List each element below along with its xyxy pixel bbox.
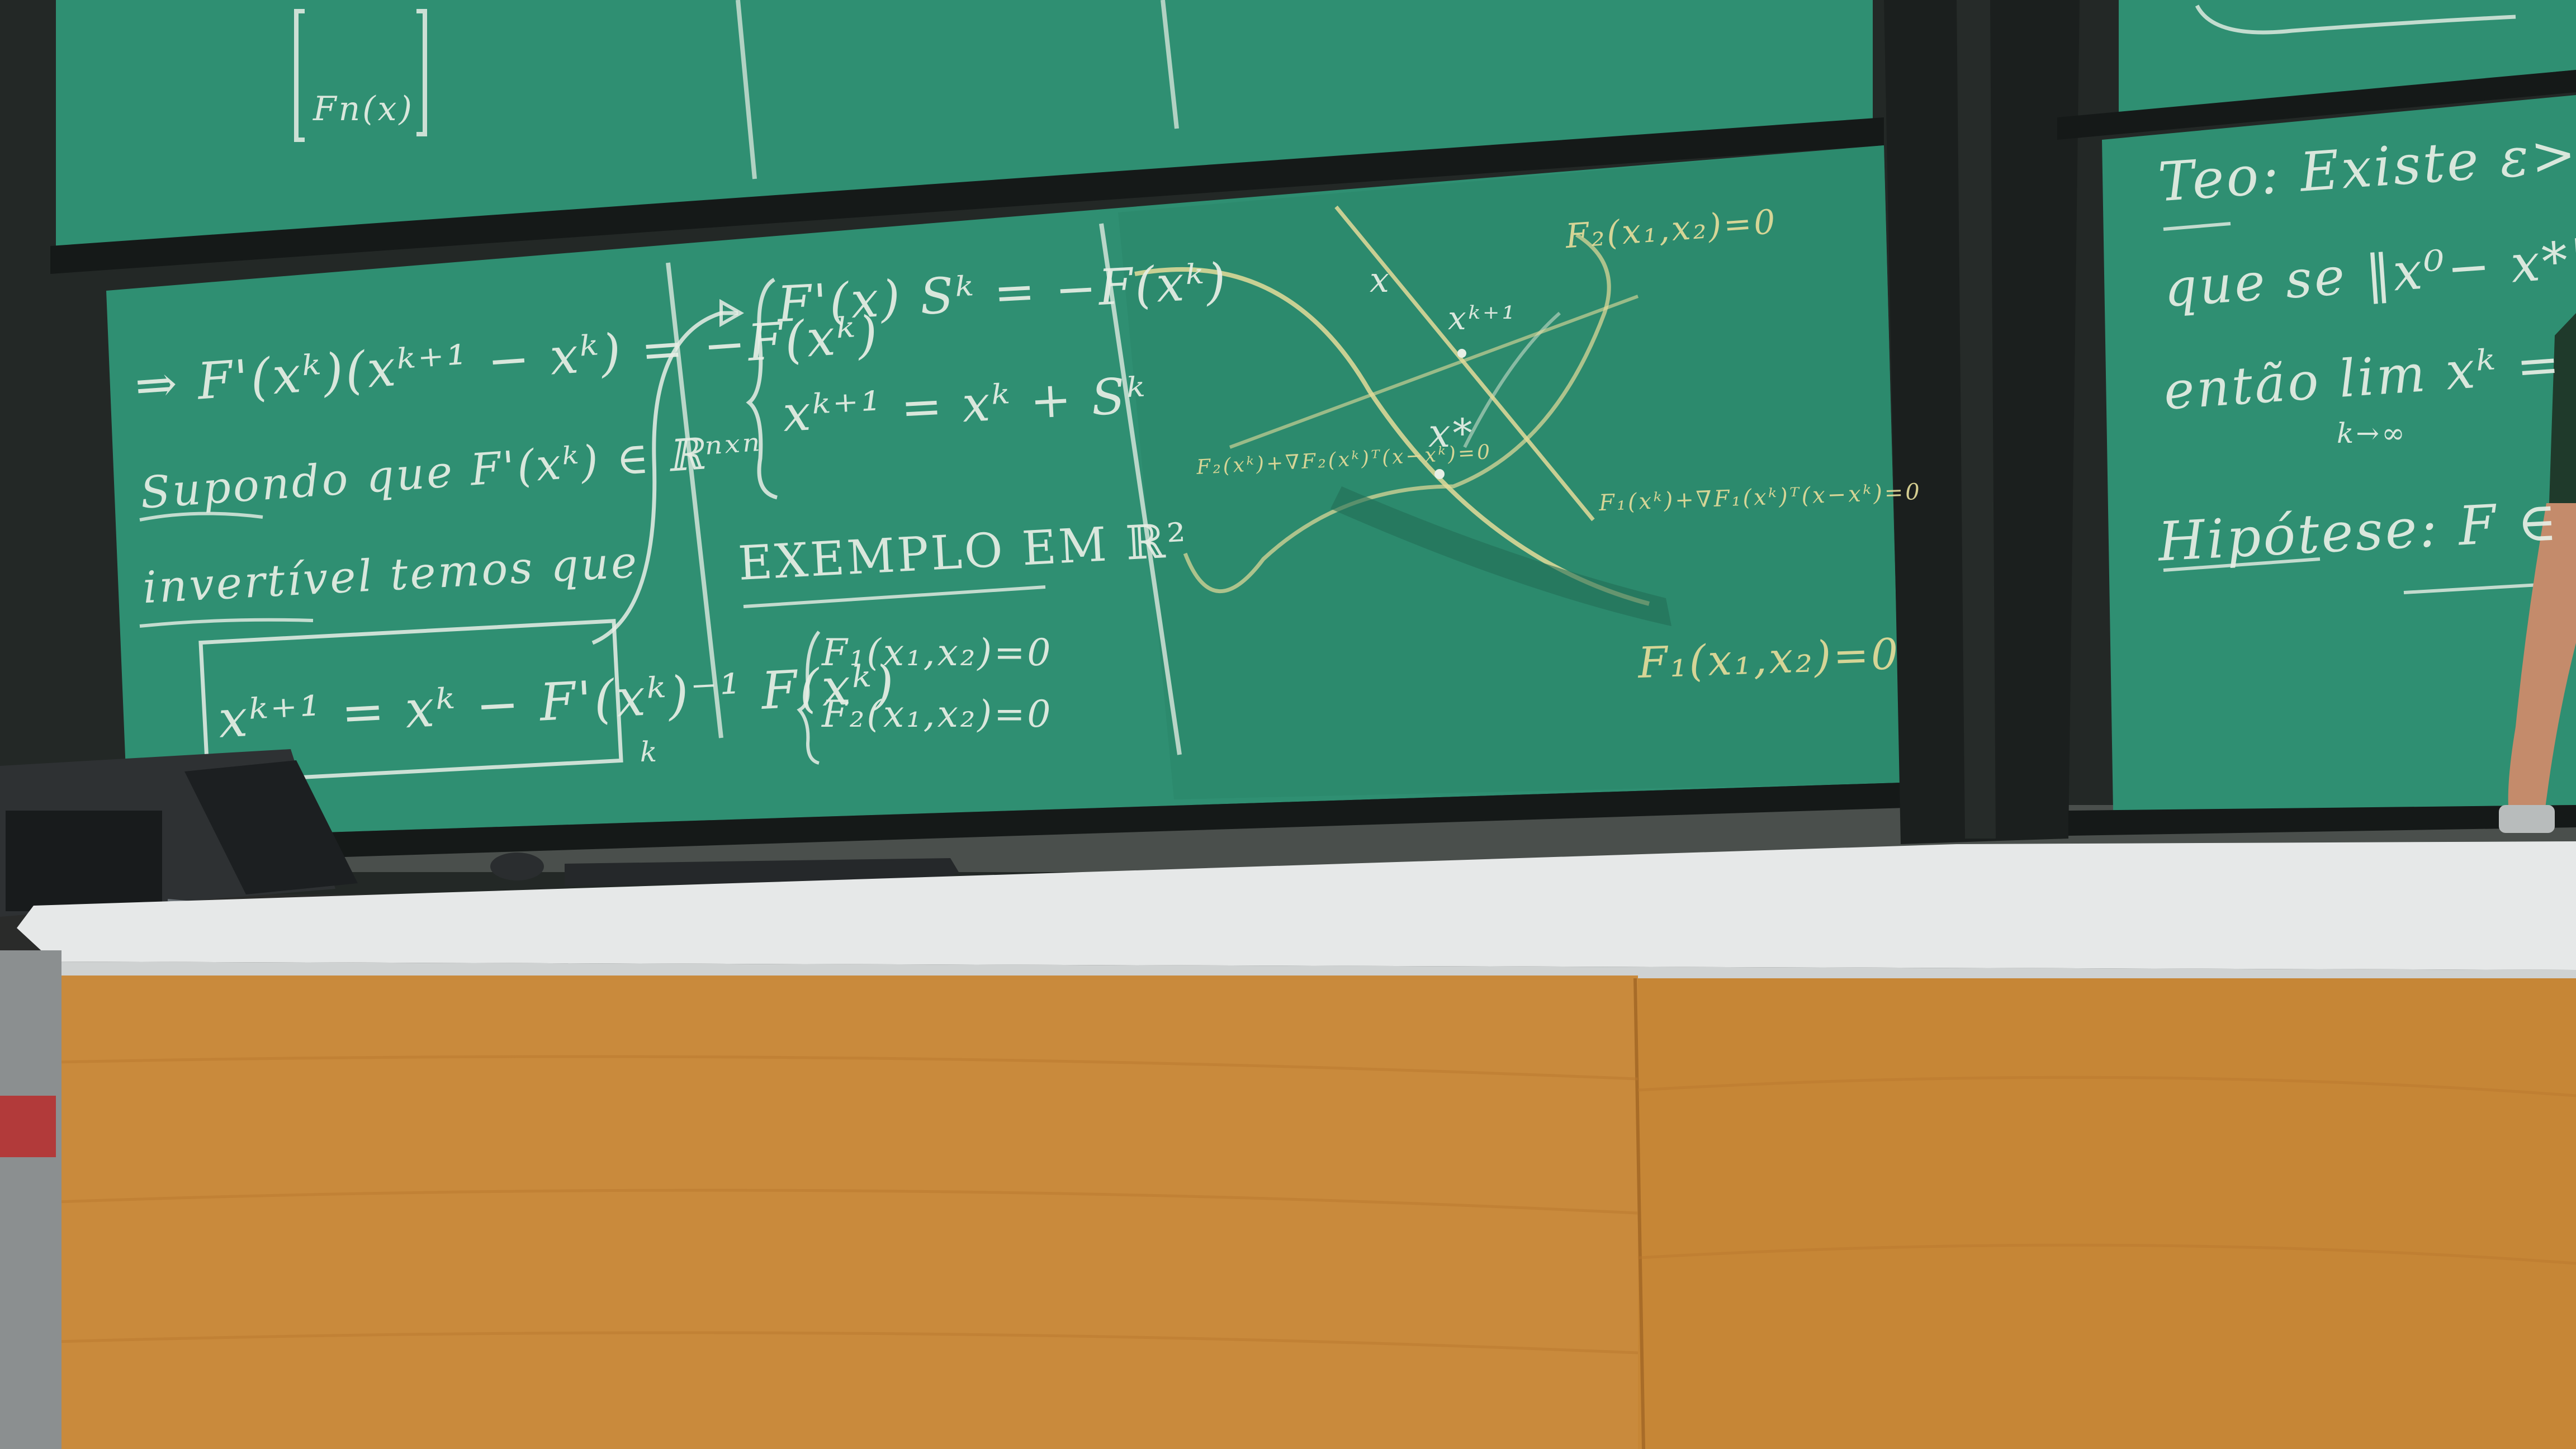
point-xstar (1434, 469, 1445, 479)
monitor-panel (6, 811, 162, 911)
example-equation-2: F₂(x₁,x₂)=0 (822, 693, 1053, 736)
desk-left-edge (0, 950, 61, 1449)
graph-label-f1: F₁(x₁,x₂)=0 (1637, 628, 1901, 688)
graph-label-x: x (1370, 259, 1391, 300)
example-equation-1: F₁(x₁,x₂)=0 (822, 631, 1053, 674)
point-xk1 (1457, 349, 1466, 358)
desk-front-panel-left (56, 976, 1638, 1449)
chair-red (0, 1096, 56, 1157)
desk-front-panel-right (1638, 978, 2576, 1449)
mouse (490, 853, 544, 880)
vector-component: Fn(x) (313, 89, 414, 129)
k-mark: k (640, 736, 660, 768)
wristwatch (2499, 805, 2555, 833)
limit-subscript: k→∞ (2337, 417, 2407, 449)
graph-label-xk1: xᵏ⁺¹ (1448, 299, 1517, 337)
